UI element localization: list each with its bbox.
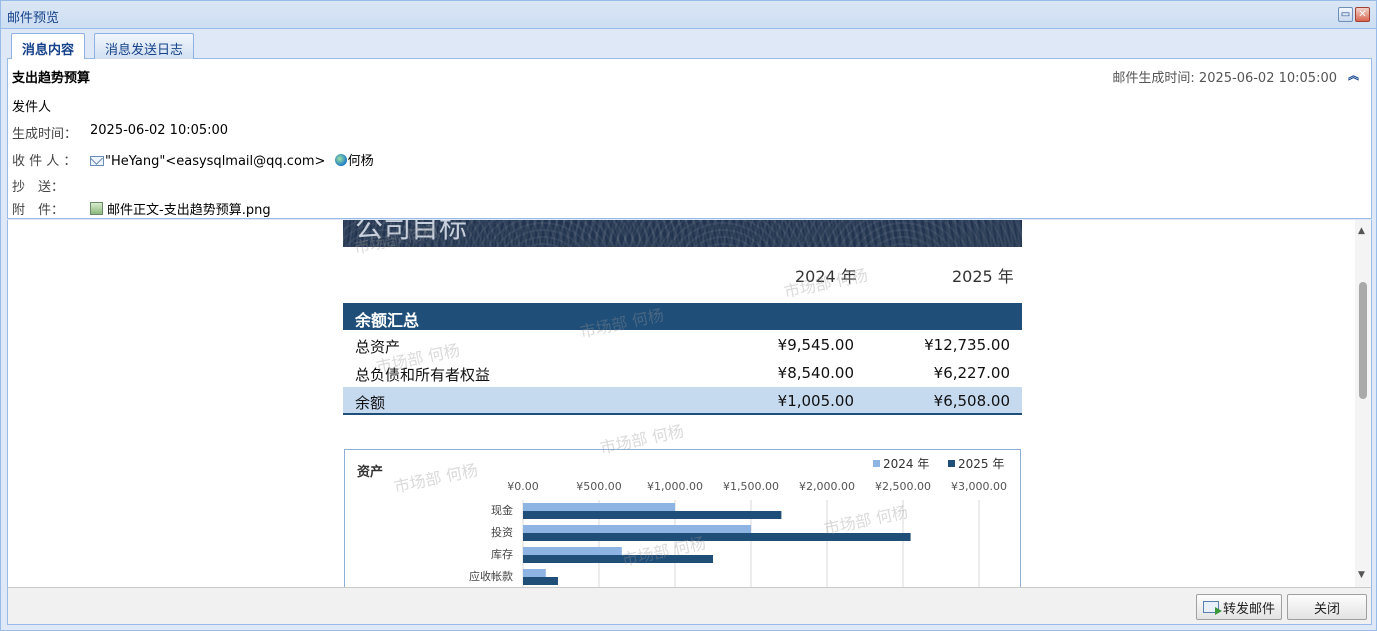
category-label: 库存: [491, 547, 513, 561]
x-tick-label: ¥2,500.00: [875, 480, 931, 493]
year-header-2025: 2025 年: [952, 267, 1014, 286]
x-tick-label: ¥500.00: [576, 480, 622, 493]
bar: [523, 511, 782, 519]
row-value-2024: ¥9,545.00: [777, 336, 854, 354]
close-label: 关闭: [1313, 601, 1340, 617]
x-tick-label: ¥0.00: [507, 480, 539, 493]
recipient-name: 何杨: [347, 154, 374, 169]
attachment-filename: 邮件正文-支出趋势预算.png: [107, 203, 271, 218]
assets-chart: 资产 2024 年 2025 年 ¥0.00 ¥500.00 ¥1,000.00 ¥1,50…: [344, 449, 1021, 587]
category-label: 投资: [491, 525, 513, 539]
image-file-icon: [90, 202, 103, 215]
gen-time-row: 生成时间： 2025-06-02 10:05:00: [12, 123, 228, 142]
row-name: 总资产: [355, 338, 401, 356]
recipient-address: "HeYang"<easysqlmail@qq.com>: [105, 154, 326, 169]
footer-bar: 转发邮件 关闭: [7, 587, 1372, 625]
category-label: 现金: [491, 503, 513, 517]
close-button[interactable]: 关闭: [1287, 594, 1367, 620]
forward-mail-button[interactable]: 转发邮件: [1196, 594, 1282, 620]
cc-row: 抄 送：: [12, 176, 64, 195]
gen-time-label: 生成时间：: [12, 127, 78, 142]
tab-send-log[interactable]: 消息发送日志: [94, 33, 195, 59]
row-value-2024: ¥8,540.00: [777, 364, 854, 382]
legend-label: 2024 年: [883, 457, 929, 471]
recipient-row: 收 件 人 ： "HeYang"<easysqlmail@qq.com> 何杨: [12, 150, 374, 169]
close-icon[interactable]: ✕: [1355, 7, 1370, 22]
legend-swatch: [873, 460, 880, 467]
x-tick-label: ¥3,000.00: [951, 480, 1007, 493]
x-tick-label: ¥1,500.00: [723, 480, 779, 493]
tab-message-content[interactable]: 消息内容: [11, 33, 86, 60]
bar: [523, 533, 911, 541]
bar: [523, 555, 713, 563]
bar: [523, 503, 675, 511]
tab-bar: 消息内容 消息发送日志: [7, 30, 1372, 60]
collapse-icon[interactable]: ︽: [1348, 67, 1359, 83]
bar: [523, 547, 622, 555]
category-label: 应收帐款: [469, 569, 513, 583]
forward-mail-icon: [1202, 601, 1222, 615]
body-image: 公司目标 2024 年 2025 年 余额汇总 总资产 ¥9,545.00 ¥1…: [343, 220, 1022, 587]
row-name: 余额: [355, 394, 386, 412]
sender-label: 发件人: [12, 100, 52, 115]
bar: [523, 577, 558, 585]
scroll-down-icon[interactable]: ▼: [1358, 570, 1365, 580]
table-row: 总负债和所有者权益 ¥8,540.00 ¥6,227.00: [343, 359, 1022, 387]
bar: [523, 525, 751, 533]
attachment-row: 附 件： 邮件正文-支出趋势预算.png: [12, 199, 271, 218]
message-header: 支出趋势预算 邮件生成时间: 2025-06-02 10:05:00 ︽ 发件人…: [7, 59, 1372, 219]
gen-time-value: 2025-06-02 10:05:00: [90, 123, 229, 138]
year-header-2024: 2024 年: [795, 267, 857, 286]
legend-swatch: [948, 460, 955, 467]
mail-preview-window: 邮件预览 ▭ ✕ 消息内容 消息发送日志 支出趋势预算 邮件生成时间: 2025…: [0, 0, 1377, 631]
x-tick-label: ¥1,000.00: [647, 480, 703, 493]
contact-icon: [334, 153, 347, 166]
attachment-label: 附 件：: [12, 203, 65, 218]
row-value-2025: ¥12,735.00: [924, 336, 1010, 354]
generated-time-summary: 邮件生成时间: 2025-06-02 10:05:00: [1112, 71, 1337, 86]
window-title: 邮件预览: [7, 11, 60, 26]
message-body: 公司目标 2024 年 2025 年 余额汇总 总资产 ¥9,545.00 ¥1…: [7, 220, 1372, 587]
summary-title: 余额汇总: [355, 311, 420, 330]
row-value-2025: ¥6,227.00: [933, 364, 1010, 382]
row-value-2025: ¥6,508.00: [933, 392, 1010, 410]
attachment-link[interactable]: 邮件正文-支出趋势预算.png: [90, 199, 271, 218]
recipient-label: 收 件 人 ：: [12, 154, 77, 169]
row-name: 总负债和所有者权益: [355, 366, 491, 384]
vertical-scrollbar[interactable]: ▲ ▼: [1355, 220, 1371, 587]
bar: [523, 569, 546, 577]
banner-title: 公司目标: [355, 220, 468, 244]
legend-label: 2025 年: [958, 457, 1004, 471]
scroll-thumb[interactable]: [1359, 282, 1367, 399]
recipient-entry[interactable]: "HeYang"<easysqlmail@qq.com> 何杨: [90, 150, 374, 169]
message-subject: 支出趋势预算: [12, 71, 91, 86]
title-bar: 邮件预览 ▭ ✕: [1, 1, 1376, 29]
row-value-2024: ¥1,005.00: [777, 392, 854, 410]
scroll-up-icon[interactable]: ▲: [1358, 226, 1365, 236]
table-row-total: 余额 ¥1,005.00 ¥6,508.00: [343, 387, 1022, 415]
restore-icon[interactable]: ▭: [1338, 7, 1353, 22]
assets-chart-svg: 资产 2024 年 2025 年 ¥0.00 ¥500.00 ¥1,000.00 ¥1,50…: [357, 457, 1007, 587]
envelope-icon: [90, 155, 104, 166]
banner: 公司目标: [343, 220, 1022, 247]
chart-title: 资产: [357, 464, 383, 480]
cc-label: 抄 送：: [12, 180, 65, 195]
table-row: 总资产 ¥9,545.00 ¥12,735.00: [343, 331, 1022, 359]
summary-header: 余额汇总: [343, 303, 1022, 330]
forward-mail-label: 转发邮件: [1222, 601, 1275, 617]
x-tick-label: ¥2,000.00: [799, 480, 855, 493]
